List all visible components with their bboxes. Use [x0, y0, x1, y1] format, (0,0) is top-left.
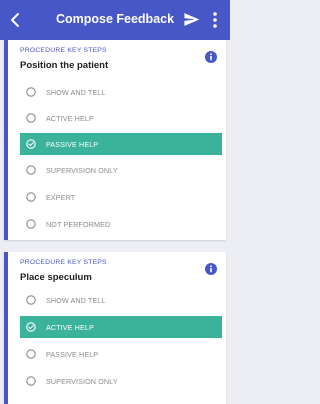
info-icon[interactable] [205, 51, 217, 63]
option-label: SHOW AND TELL [46, 87, 106, 97]
radio-unchecked-icon [26, 113, 36, 123]
option-label: SUPERVISION ONLY [46, 165, 118, 175]
option-active-help[interactable]: ACTIVE HELP [20, 107, 222, 129]
check-circle-icon [26, 322, 36, 332]
option-show-and-tell[interactable]: SHOW AND TELL [20, 289, 222, 311]
info-icon[interactable] [205, 263, 217, 275]
option-label: EXPERT [46, 192, 76, 202]
option-expert[interactable]: EXPERT [20, 186, 222, 208]
radio-unchecked-icon [26, 87, 36, 97]
radio-unchecked-icon [26, 192, 36, 202]
option-show-and-tell[interactable]: SHOW AND TELL [20, 81, 222, 103]
check-circle-icon [26, 139, 36, 149]
option-label: SHOW AND TELL [46, 295, 106, 305]
option-not-performed[interactable]: NOT PERFORMED [20, 213, 222, 235]
send-icon[interactable] [183, 11, 200, 28]
radio-unchecked-icon [26, 376, 36, 386]
option-active-help[interactable]: ACTIVE HELP [20, 316, 222, 338]
step-title: Position the patient [20, 60, 109, 71]
option-label: ACTIVE HELP [46, 113, 94, 123]
more-vert-icon[interactable] [209, 10, 221, 30]
option-passive-help[interactable]: PASSIVE HELP [20, 133, 222, 155]
option-label: PASSIVE HELP [46, 349, 99, 359]
step-card-place-speculum: PROCEDURE KEY STEPS Place speculum SHOW … [4, 252, 226, 404]
option-label: NOT PERFORMED [46, 219, 111, 229]
step-card-position-patient: PROCEDURE KEY STEPS Position the patient… [4, 40, 226, 240]
option-label: PASSIVE HELP [46, 139, 99, 149]
step-overline: PROCEDURE KEY STEPS [20, 47, 107, 54]
radio-unchecked-icon [26, 349, 36, 359]
radio-unchecked-icon [26, 165, 36, 175]
radio-unchecked-icon [26, 295, 36, 305]
option-supervision-only[interactable]: SUPERVISION ONLY [20, 370, 222, 392]
option-passive-help[interactable]: PASSIVE HELP [20, 343, 222, 365]
app-bar: Compose Feedback [0, 0, 230, 40]
option-label: SUPERVISION ONLY [46, 376, 118, 386]
option-label: ACTIVE HELP [46, 322, 94, 332]
step-title: Place speculum [20, 272, 92, 283]
radio-unchecked-icon [26, 219, 36, 229]
step-overline: PROCEDURE KEY STEPS [20, 259, 107, 266]
option-supervision-only[interactable]: SUPERVISION ONLY [20, 159, 222, 181]
